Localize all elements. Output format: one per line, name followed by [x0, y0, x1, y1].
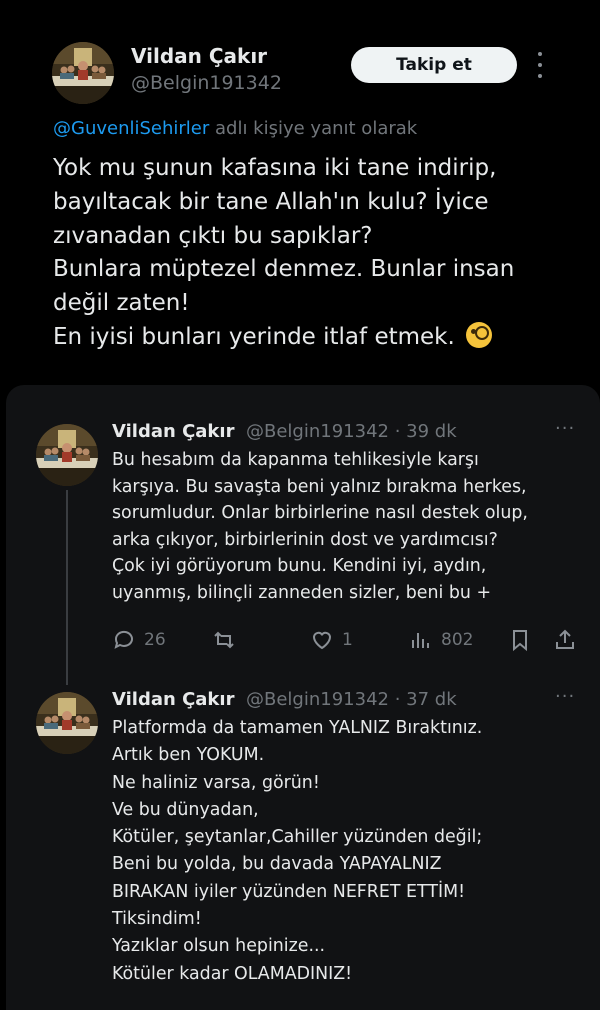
bookmark-icon	[513, 630, 527, 652]
last-supper-painting-image	[52, 42, 114, 104]
tweet-text: Yok mu şunun kafasına iki tane indirip, …	[53, 152, 593, 355]
like-count: 1	[342, 630, 353, 650]
main-tweet: Vildan Çakır @Belgin191342 Takip et @Guv…	[0, 0, 600, 385]
views-count: 802	[441, 630, 474, 650]
author-handle[interactable]: @Belgin191342	[131, 72, 282, 94]
last-supper-painting-image	[36, 692, 98, 754]
author-handle-time[interactable]: @Belgin191342 · 39 dk	[246, 421, 457, 442]
reply-button[interactable]: 26	[112, 628, 166, 652]
tweet-text-content: Yok mu şunun kafasına iki tane indirip, …	[53, 155, 515, 350]
like-button[interactable]: 1	[310, 628, 353, 652]
avatar[interactable]	[52, 42, 114, 104]
more-options-icon[interactable]: ···	[555, 686, 575, 707]
more-options-icon[interactable]: ···	[555, 418, 575, 439]
reply-text: Platformda da tamamen YALNIZ Bıraktınız.…	[112, 718, 483, 984]
more-options-icon[interactable]	[532, 52, 548, 78]
author-name[interactable]: Vildan Çakır	[112, 421, 234, 442]
reply-context: @GuvenliSehirler adlı kişiye yanıt olara…	[53, 118, 417, 139]
reply-context-label: adlı kişiye yanıt olarak	[209, 118, 418, 139]
last-supper-painting-image	[36, 424, 98, 486]
views-button[interactable]: 802	[409, 628, 473, 652]
monocle-emoji-icon	[466, 321, 493, 348]
bookmark-button[interactable]	[508, 628, 532, 652]
reply-text: Bu hesabım da kapanma tehlikesiyle karşı…	[112, 450, 528, 603]
author-handle-time[interactable]: @Belgin191342 · 37 dk	[246, 689, 457, 710]
thread-connector-line	[66, 490, 68, 685]
like-icon	[312, 631, 332, 650]
reply-to-link[interactable]: @GuvenliSehirler	[53, 118, 209, 139]
share-icon	[556, 629, 574, 649]
avatar[interactable]	[36, 424, 98, 486]
author-name[interactable]: Vildan Çakır	[112, 689, 234, 710]
author-name[interactable]: Vildan Çakır	[131, 44, 267, 68]
views-icon	[412, 633, 429, 648]
retweet-button[interactable]	[212, 628, 236, 652]
reply-icon	[114, 630, 133, 649]
reply-count: 26	[144, 630, 166, 650]
retweet-icon	[214, 631, 234, 649]
avatar[interactable]	[36, 692, 98, 754]
share-button[interactable]	[553, 628, 577, 652]
follow-button[interactable]: Takip et	[351, 47, 517, 83]
